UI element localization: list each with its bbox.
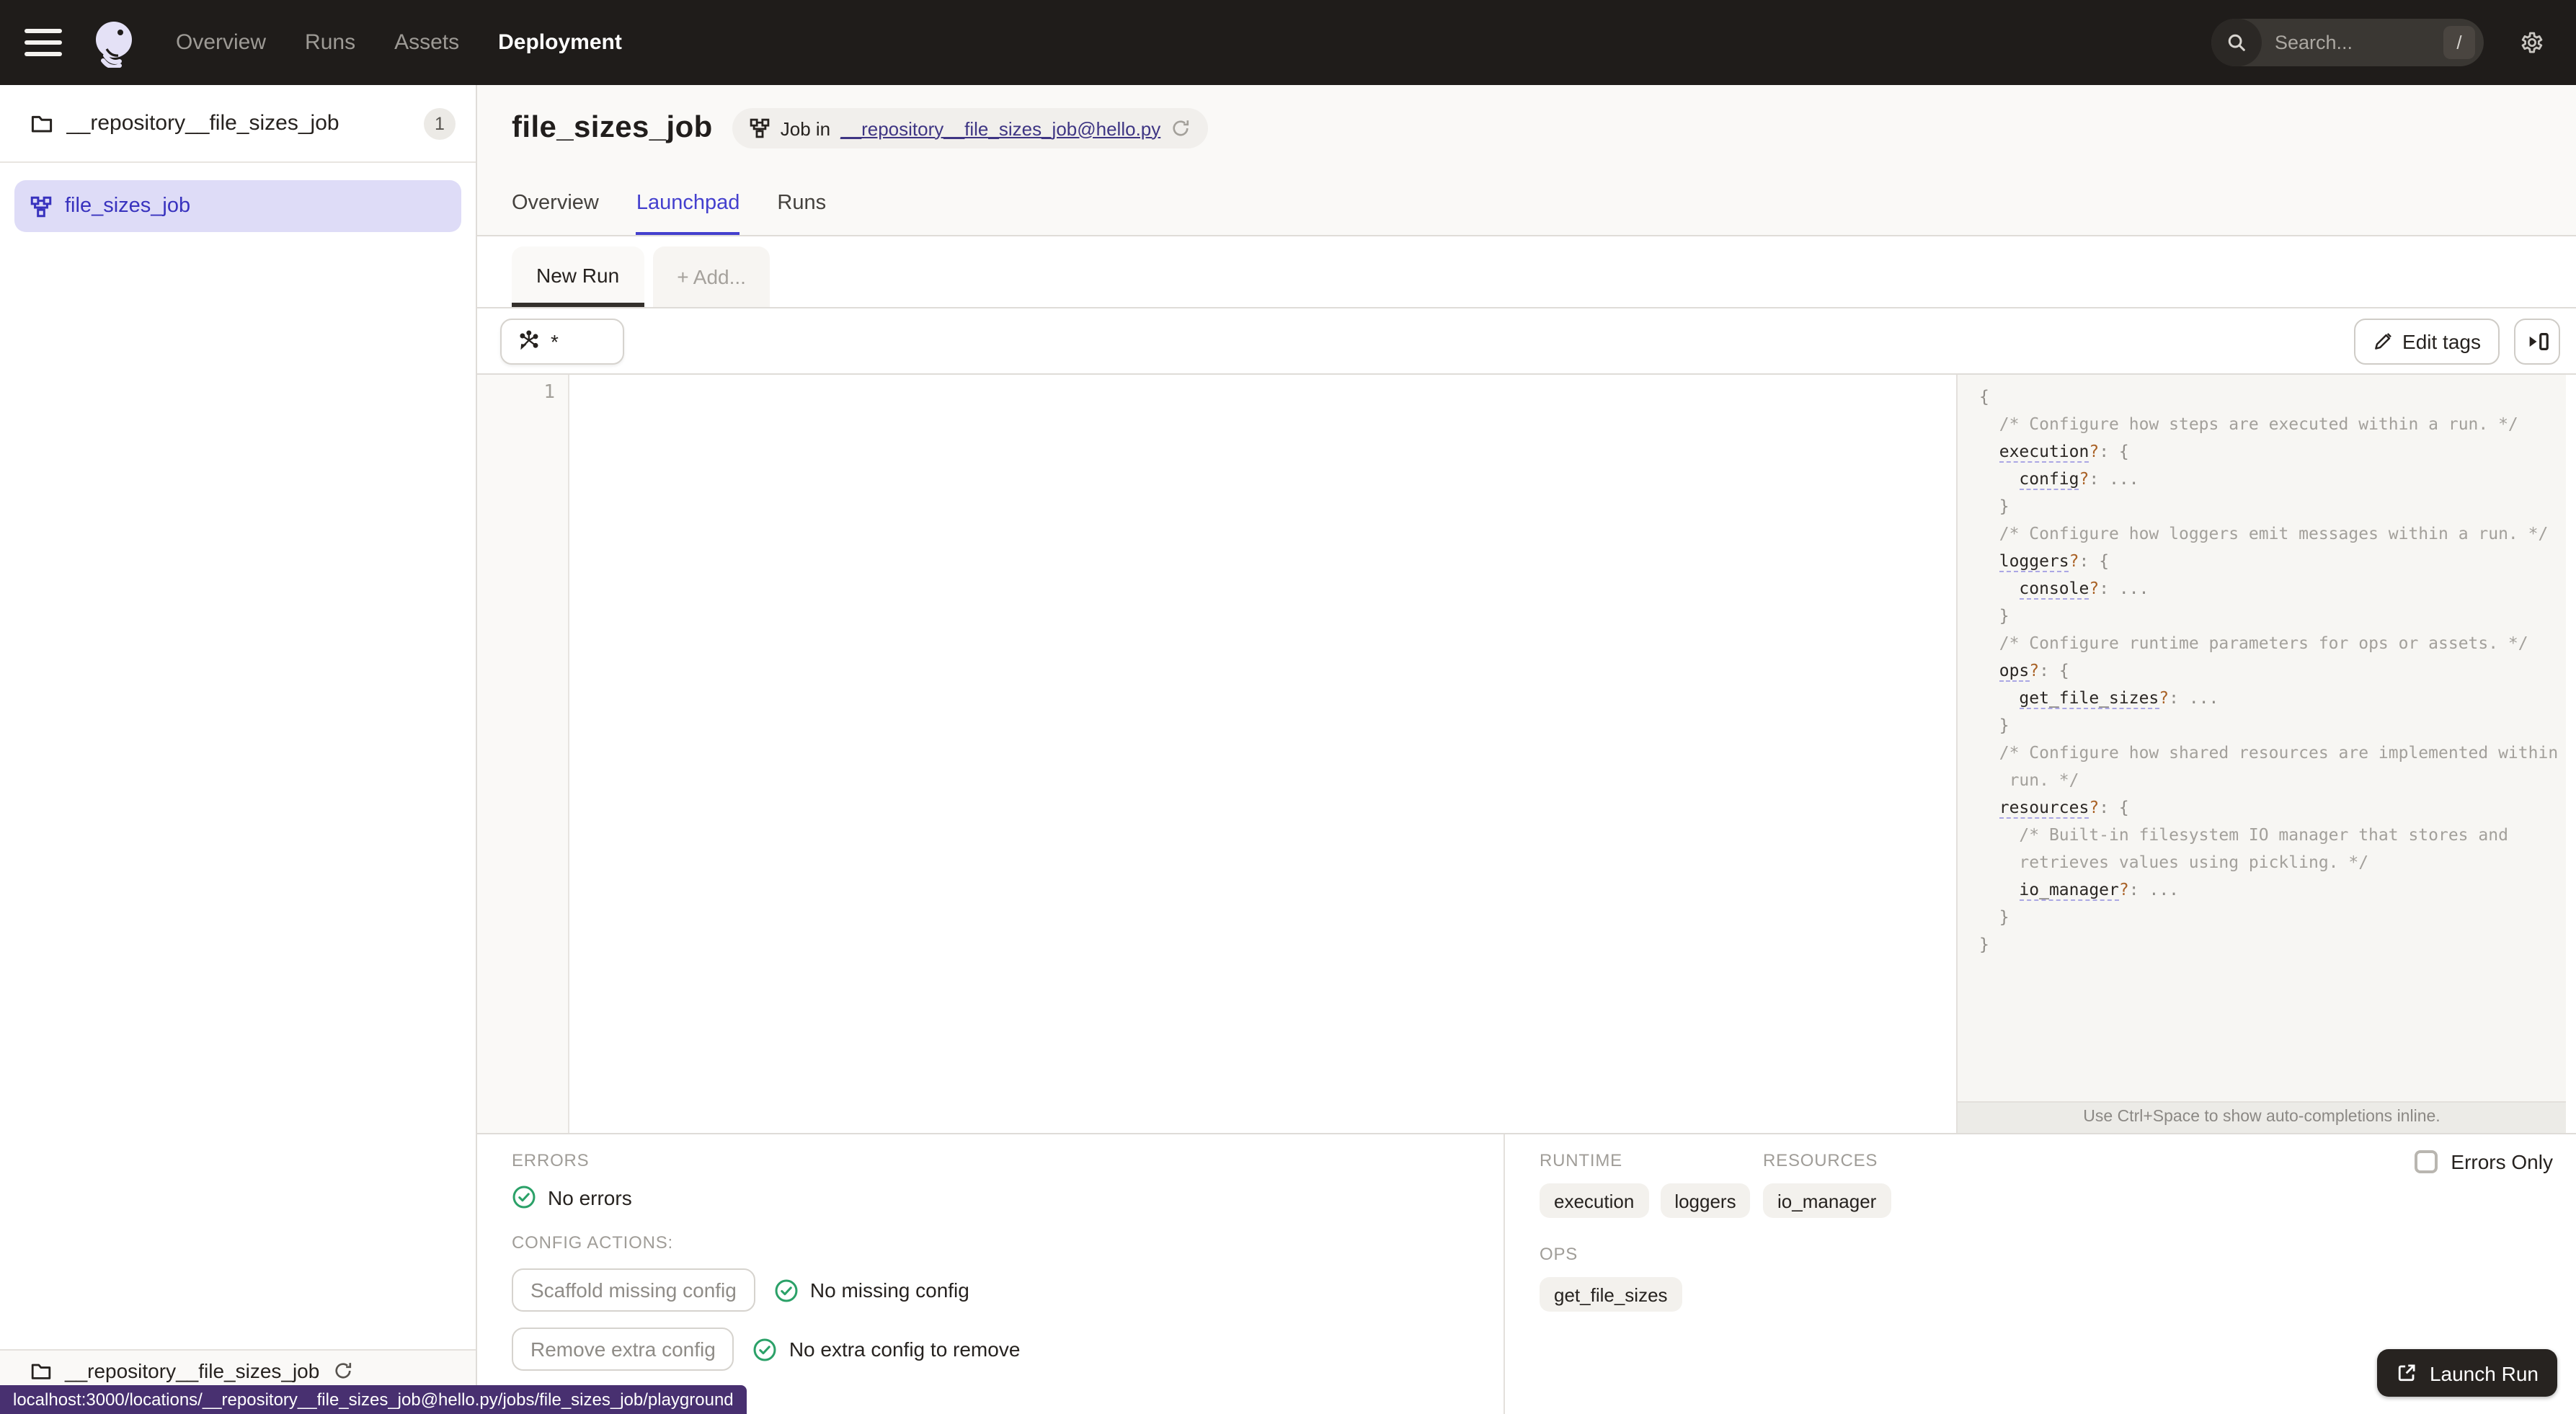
resources-label: RESOURCES [1763, 1150, 1878, 1170]
errors-only-toggle: Errors Only [2415, 1150, 2553, 1173]
app-window: Overview Runs Assets Deployment Search..… [0, 0, 2576, 1414]
top-nav: Overview Runs Assets Deployment Search..… [0, 0, 2576, 85]
resources-tags: io_manager [1763, 1183, 1986, 1218]
reload-icon[interactable] [332, 1361, 352, 1381]
scaffold-status-row: No missing config [774, 1278, 969, 1302]
sidebar-footer-repo-name: __repository__file_sizes_job [65, 1359, 320, 1382]
folder-icon [31, 1363, 51, 1379]
sidebar-item-file-sizes-job[interactable]: file_sizes_job [14, 180, 461, 232]
page-title: file_sizes_job [512, 111, 713, 144]
no-errors-row: No errors [512, 1185, 1504, 1209]
tag-pill[interactable]: get_file_sizes [1540, 1277, 1682, 1312]
remove-row: Remove extra config No extra config to r… [512, 1328, 1504, 1371]
nav-links: Overview Runs Assets Deployment [176, 30, 622, 55]
check-circle-icon [512, 1186, 536, 1209]
expand-panel-button[interactable] [2514, 318, 2560, 364]
nav-item-overview[interactable]: Overview [176, 30, 266, 55]
errors-only-label: Errors Only [2451, 1150, 2553, 1173]
open-right-panel-icon [2528, 332, 2548, 350]
job-icon [750, 118, 770, 138]
remove-extra-config-button[interactable]: Remove extra config [512, 1328, 734, 1371]
scaffold-status-text: No missing config [809, 1279, 969, 1302]
scaffold-missing-config-button[interactable]: Scaffold missing config [512, 1268, 755, 1312]
job-icon [30, 195, 52, 217]
launch-run-button[interactable]: Launch Run [2377, 1349, 2557, 1397]
ops-label: OPS [1540, 1244, 1578, 1264]
sidebar-item-label: file_sizes_job [65, 195, 191, 218]
config-editor[interactable]: 1 { /* Configure how steps are executed … [477, 375, 2576, 1133]
tab-launchpad[interactable]: Launchpad [636, 192, 740, 235]
config-actions-label: CONFIG ACTIONS: [512, 1232, 674, 1253]
edit-tags-label: Edit tags [2402, 329, 2481, 352]
job-header: file_sizes_job Job in __repository__file… [477, 85, 2576, 236]
launch-icon [2399, 1364, 2416, 1382]
search-icon [2211, 19, 2262, 66]
config-schema-code: { /* Configure how steps are executed wi… [1979, 386, 2566, 954]
tag-pill[interactable]: loggers [1660, 1183, 1751, 1218]
runtime-tags: execution loggers [1540, 1183, 1763, 1218]
resources-group: RESOURCES io_manager [1763, 1150, 1986, 1218]
ops-group: OPS get_file_sizes [1540, 1244, 2576, 1312]
sidebar-repo-name: __repository__file_sizes_job [66, 111, 339, 135]
hamburger-menu-icon[interactable] [25, 22, 62, 63]
editor-gutter: 1 [477, 375, 569, 1133]
launch-run-label: Launch Run [2429, 1361, 2539, 1384]
op-selector-input[interactable]: * [500, 318, 624, 364]
nav-item-assets[interactable]: Assets [394, 30, 459, 55]
errors-only-checkbox[interactable] [2415, 1150, 2438, 1173]
ops-tags: get_file_sizes [1540, 1277, 2576, 1312]
nav-item-deployment[interactable]: Deployment [498, 30, 622, 55]
job-tabs: Overview Launchpad Runs [512, 192, 826, 235]
job-origin-link[interactable]: __repository__file_sizes_job@hello.py [840, 117, 1160, 139]
job-origin-pill: Job in __repository__file_sizes_job@hell… [732, 108, 1209, 148]
line-number: 1 [543, 382, 555, 404]
tag-pill[interactable]: io_manager [1763, 1183, 1891, 1218]
status-url-text: localhost:3000/locations/__repository__f… [13, 1389, 734, 1410]
op-selector-value: * [551, 329, 559, 352]
config-tab-add[interactable]: + Add... [652, 246, 770, 307]
bottom-panel: ERRORS No errors CONFIG ACTIONS: Scaffol… [477, 1133, 2576, 1414]
check-circle-icon [754, 1338, 777, 1361]
settings-gear-icon[interactable] [2515, 26, 2549, 59]
search-shortcut-badge: / [2443, 26, 2475, 59]
folder-icon [31, 115, 53, 132]
errors-label: ERRORS [512, 1150, 590, 1170]
scaffold-row: Scaffold missing config No missing confi… [512, 1268, 1504, 1312]
search-placeholder: Search... [2275, 32, 2353, 53]
op-selector-icon [520, 329, 538, 350]
no-errors-text: No errors [548, 1186, 632, 1209]
runtime-label: RUNTIME [1540, 1150, 1622, 1170]
remove-status-row: No extra config to remove [753, 1337, 1021, 1361]
nav-item-runs[interactable]: Runs [305, 30, 355, 55]
autocomplete-hint: Use Ctrl+Space to show auto-completions … [1958, 1101, 2566, 1133]
tab-runs[interactable]: Runs [777, 192, 826, 235]
search-input[interactable]: Search... / [2211, 19, 2484, 66]
check-circle-icon [775, 1279, 798, 1302]
pencil-icon [2374, 332, 2391, 349]
job-origin-prefix: Job in [780, 117, 831, 139]
tab-overview[interactable]: Overview [512, 192, 599, 235]
launchpad-toolbar: * Edit tags [477, 308, 2576, 375]
sidebar-repo-header[interactable]: __repository__file_sizes_job 1 [0, 85, 476, 163]
status-url-tooltip: localhost:3000/locations/__repository__f… [0, 1385, 747, 1414]
config-schema-panel: { /* Configure how steps are executed wi… [1956, 375, 2566, 1133]
config-tab-new-run[interactable]: New Run [512, 246, 644, 307]
runtime-group: RUNTIME execution loggers [1540, 1150, 1763, 1218]
tag-pill[interactable]: execution [1540, 1183, 1649, 1218]
reload-icon[interactable] [1171, 118, 1191, 138]
left-sidebar: __repository__file_sizes_job 1 file_size… [0, 85, 477, 1414]
edit-tags-button[interactable]: Edit tags [2353, 318, 2500, 364]
remove-status-text: No extra config to remove [789, 1338, 1021, 1361]
sidebar-repo-count-badge: 1 [424, 107, 456, 139]
launchpad-config-tabs: New Run + Add... [477, 236, 2576, 308]
dagster-logo-icon[interactable] [89, 18, 138, 67]
errors-section: ERRORS No errors CONFIG ACTIONS: Scaffol… [477, 1134, 1505, 1414]
